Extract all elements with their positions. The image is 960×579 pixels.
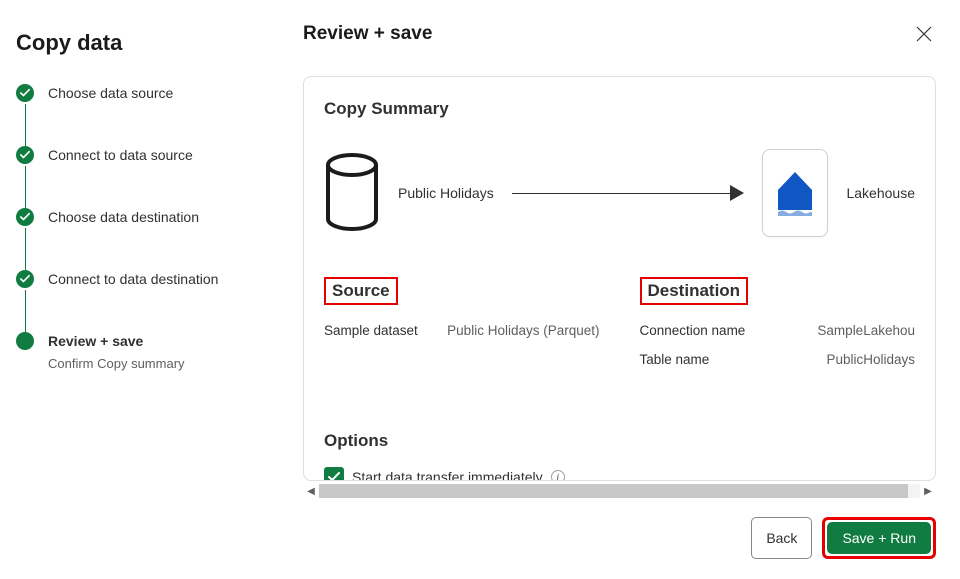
step-connect-to-data-source[interactable]: Connect to data source: [16, 146, 255, 208]
check-icon: [16, 270, 34, 288]
lakehouse-icon: [762, 149, 828, 237]
destination-details: Destination Connection name SampleLakeho…: [640, 277, 916, 381]
detail-key: Table name: [640, 352, 710, 367]
source-heading: Source: [324, 277, 398, 305]
arrow-icon: [512, 185, 745, 201]
step-sublabel: Confirm Copy summary: [48, 356, 185, 371]
detail-value: Public Holidays (Parquet): [447, 323, 599, 338]
detail-row: Connection name SampleLakehou: [640, 323, 916, 338]
info-icon[interactable]: i: [551, 470, 565, 481]
copy-summary-card: Copy Summary Public Holidays: [303, 76, 936, 481]
step-label: Connect to data destination: [48, 270, 218, 288]
source-name-label: Public Holidays: [398, 185, 494, 201]
step-review-save[interactable]: Review + save Confirm Copy summary: [16, 332, 255, 371]
close-button[interactable]: [912, 22, 936, 46]
step-connect-to-data-destination[interactable]: Connect to data destination: [16, 270, 255, 332]
step-label: Choose data destination: [48, 208, 199, 226]
source-details: Source Sample dataset Public Holidays (P…: [324, 277, 600, 381]
step-choose-data-destination[interactable]: Choose data destination: [16, 208, 255, 270]
scroll-right-arrow-icon[interactable]: ▶: [920, 483, 936, 499]
card-title: Copy Summary: [324, 99, 915, 119]
detail-value: PublicHolidays: [826, 352, 915, 367]
save-run-button[interactable]: Save + Run: [827, 522, 931, 554]
step-label: Connect to data source: [48, 146, 193, 164]
destination-heading: Destination: [640, 277, 749, 305]
options-heading: Options: [324, 431, 915, 451]
detail-row: Table name PublicHolidays: [640, 352, 916, 367]
detail-key: Connection name: [640, 323, 746, 338]
database-icon: [324, 153, 380, 234]
summary-diagram: Public Holidays Lakehouse: [324, 149, 915, 237]
back-button[interactable]: Back: [751, 517, 812, 559]
detail-key: Sample dataset: [324, 323, 418, 338]
current-step-icon: [16, 332, 34, 350]
step-label: Review + save: [48, 332, 185, 350]
check-icon: [16, 208, 34, 226]
check-icon: [16, 146, 34, 164]
step-label: Choose data source: [48, 84, 173, 102]
horizontal-scrollbar[interactable]: ◀ ▶: [303, 483, 936, 499]
check-icon: [16, 84, 34, 102]
sidebar-title: Copy data: [16, 30, 255, 56]
destination-name-label: Lakehouse: [846, 185, 915, 201]
start-transfer-label: Start data transfer immediately: [352, 469, 543, 481]
detail-value: SampleLakehou: [817, 323, 915, 338]
detail-row: Sample dataset Public Holidays (Parquet): [324, 323, 600, 338]
start-transfer-checkbox[interactable]: [324, 467, 344, 481]
step-choose-data-source[interactable]: Choose data source: [16, 84, 255, 146]
scroll-left-arrow-icon[interactable]: ◀: [303, 483, 319, 499]
wizard-steps: Choose data source Connect to data sourc…: [10, 84, 255, 371]
page-title: Review + save: [303, 23, 432, 45]
